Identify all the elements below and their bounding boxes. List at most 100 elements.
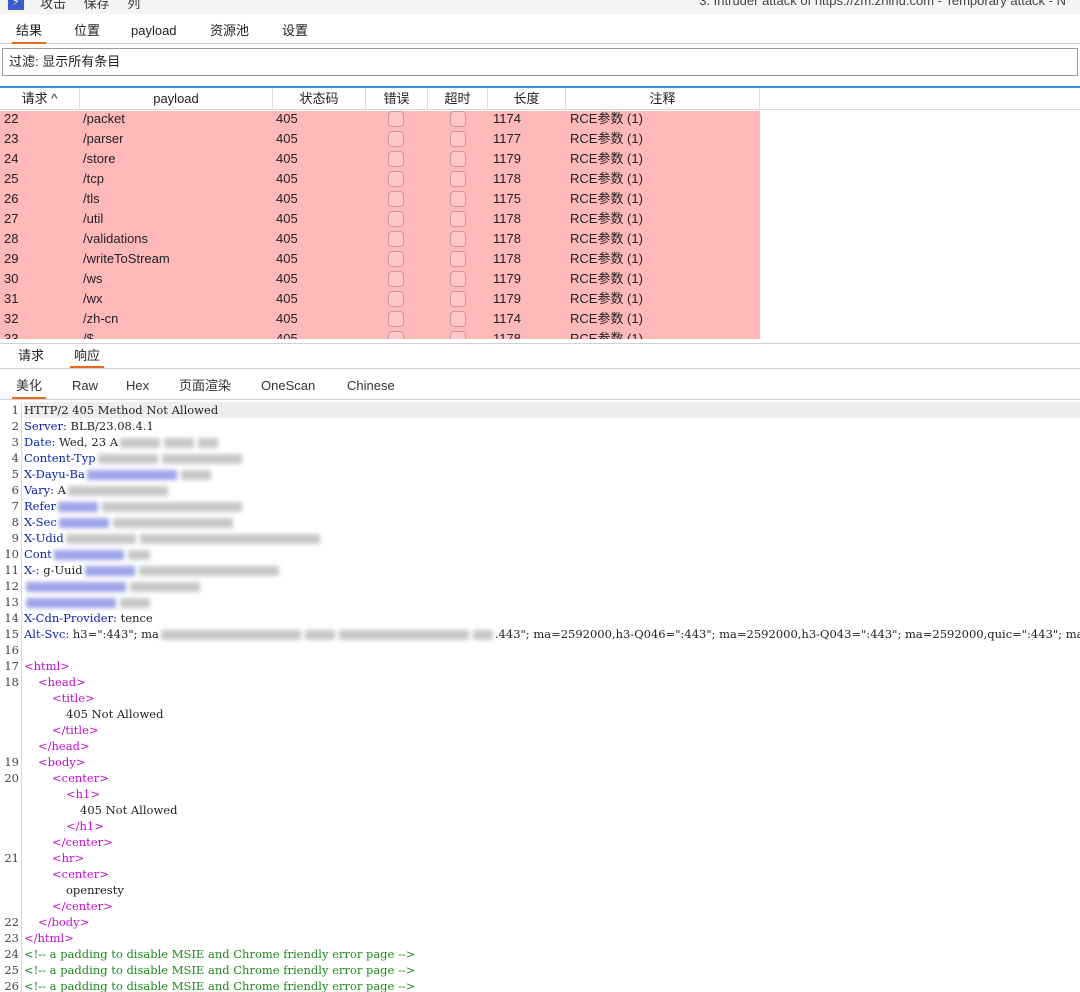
header-key: Vary <box>24 483 51 497</box>
tab-results[interactable]: 结果 <box>12 20 47 44</box>
menu-save[interactable]: 保存 <box>84 0 110 11</box>
timeout-checkbox[interactable] <box>450 171 466 187</box>
redacted-block <box>130 582 200 592</box>
timeout-checkbox[interactable] <box>450 211 466 227</box>
tab-request[interactable]: 请求 <box>14 344 48 368</box>
line-number: 1 <box>11 403 19 417</box>
line-number: 15 <box>4 627 19 641</box>
cell-status: 405 <box>276 331 298 339</box>
line-number: 18 <box>4 675 19 689</box>
tab-pretty[interactable]: 美化 <box>12 374 47 399</box>
timeout-checkbox[interactable] <box>450 151 466 167</box>
response-editor[interactable]: 1 2 3 4 5 6 7 8 9 10 11 12 13 14 15 16 17 18 19 20 21 22 23 24 2… <box>0 402 1080 992</box>
timeout-checkbox[interactable] <box>450 291 466 307</box>
col-length[interactable]: 长度 <box>488 88 566 110</box>
cell-length: 1179 <box>493 151 521 166</box>
error-checkbox[interactable] <box>388 271 404 287</box>
redacted-block <box>160 630 301 640</box>
timeout-checkbox[interactable] <box>450 271 466 287</box>
line-number <box>0 802 19 818</box>
tab-hex[interactable]: Hex <box>122 374 153 399</box>
col-timeout[interactable]: 超时 <box>428 88 488 110</box>
window-title: 3. Intruder attack of https://zm.zhihu.c… <box>699 0 1066 8</box>
col-comment[interactable]: 注释 <box>566 88 760 110</box>
timeout-checkbox[interactable] <box>450 251 466 267</box>
error-checkbox[interactable] <box>388 191 404 207</box>
header-value: Wed, 23 A <box>59 435 119 449</box>
table-row[interactable]: 29/writeToStream 405 1178 RCE参数 (1) <box>0 249 760 269</box>
table-row[interactable]: 28/validations 405 1178 RCE参数 (1) <box>0 229 760 249</box>
error-checkbox[interactable] <box>388 291 404 307</box>
error-checkbox[interactable] <box>388 171 404 187</box>
filter-bar[interactable]: 过滤: 显示所有条目 <box>2 48 1078 76</box>
cell-length: 1177 <box>493 131 521 146</box>
line-number: 11 <box>4 563 19 577</box>
timeout-checkbox[interactable] <box>450 311 466 327</box>
error-checkbox[interactable] <box>388 211 404 227</box>
line-number: 8 <box>11 515 19 529</box>
line-number <box>0 722 19 738</box>
tab-settings[interactable]: 设置 <box>278 20 312 44</box>
line-number: 26 <box>4 979 19 992</box>
code-line: <!-- a padding to disable MSIE and Chrom… <box>24 978 415 992</box>
error-checkbox[interactable] <box>388 331 404 339</box>
col-payload[interactable]: payload <box>80 88 273 110</box>
table-row[interactable]: 23/parser 405 1177 RCE参数 (1) <box>0 129 760 149</box>
menu-attack[interactable]: 攻击 <box>40 0 66 11</box>
col-status[interactable]: 状态码 <box>273 88 366 110</box>
redacted-block <box>26 582 126 592</box>
cell-length: 1174 <box>493 111 521 126</box>
tab-payload[interactable]: payload <box>127 20 181 44</box>
col-request[interactable]: 请求 ^ <box>0 88 80 110</box>
tab-chinese[interactable]: Chinese <box>343 374 399 399</box>
timeout-checkbox[interactable] <box>450 231 466 247</box>
error-checkbox[interactable] <box>388 111 404 127</box>
cell-comment: RCE参数 (1) <box>570 291 643 306</box>
timeout-checkbox[interactable] <box>450 331 466 339</box>
table-row[interactable]: 30/ws 405 1179 RCE参数 (1) <box>0 269 760 289</box>
code-line: X-Cdn-Provider: tence <box>24 611 153 625</box>
error-checkbox[interactable] <box>388 131 404 147</box>
line-number <box>0 818 19 834</box>
table-row[interactable]: 27/util 405 1178 RCE参数 (1) <box>0 209 760 229</box>
table-row[interactable]: 24/store 405 1179 RCE参数 (1) <box>0 149 760 169</box>
code-line: </body> <box>38 914 89 930</box>
cell-payload: /writeToStream <box>83 251 170 266</box>
table-row[interactable]: 31/wx 405 1179 RCE参数 (1) <box>0 289 760 309</box>
line-number: 21 <box>4 851 19 865</box>
error-checkbox[interactable] <box>388 251 404 267</box>
menu-columns[interactable]: 列 <box>127 0 140 11</box>
redacted-block <box>58 518 109 528</box>
error-checkbox[interactable] <box>388 151 404 167</box>
timeout-checkbox[interactable] <box>450 191 466 207</box>
col-error[interactable]: 错误 <box>366 88 428 110</box>
cell-status: 405 <box>276 171 298 186</box>
table-row[interactable]: 32/zh-cn 405 1174 RCE参数 (1) <box>0 309 760 329</box>
cell-request-id: 32 <box>4 311 19 326</box>
cell-payload: /packet <box>83 111 125 126</box>
code-line: Cont <box>24 546 152 562</box>
table-row[interactable]: 25/tcp 405 1178 RCE参数 (1) <box>0 169 760 189</box>
tab-positions[interactable]: 位置 <box>70 20 104 44</box>
timeout-checkbox[interactable] <box>450 131 466 147</box>
timeout-checkbox[interactable] <box>450 111 466 127</box>
tab-response[interactable]: 响应 <box>70 344 105 368</box>
cell-request-id: 28 <box>4 231 19 246</box>
tab-render[interactable]: 页面渲染 <box>175 374 235 399</box>
header-key: Content-Typ <box>24 451 96 465</box>
line-number: 20 <box>4 771 19 785</box>
table-row[interactable]: 26/tls 405 1175 RCE参数 (1) <box>0 189 760 209</box>
tab-raw[interactable]: Raw <box>68 374 102 399</box>
redacted-block <box>138 566 279 576</box>
tab-resource-pool[interactable]: 资源池 <box>206 20 253 44</box>
table-row[interactable]: 33 /$ 405 1178 RCE参数 (1) <box>0 329 760 339</box>
tab-onescan[interactable]: OneScan <box>257 374 319 399</box>
table-row[interactable]: 22/packet 405 1174 RCE参数 (1) <box>0 111 760 129</box>
line-number <box>0 898 19 914</box>
code-line: </center> <box>52 898 113 914</box>
error-checkbox[interactable] <box>388 311 404 327</box>
header-key: X- <box>24 563 36 577</box>
cell-comment: RCE参数 (1) <box>570 171 643 186</box>
error-checkbox[interactable] <box>388 231 404 247</box>
code-line: Server: BLB/23.08.4.1 <box>24 419 154 433</box>
